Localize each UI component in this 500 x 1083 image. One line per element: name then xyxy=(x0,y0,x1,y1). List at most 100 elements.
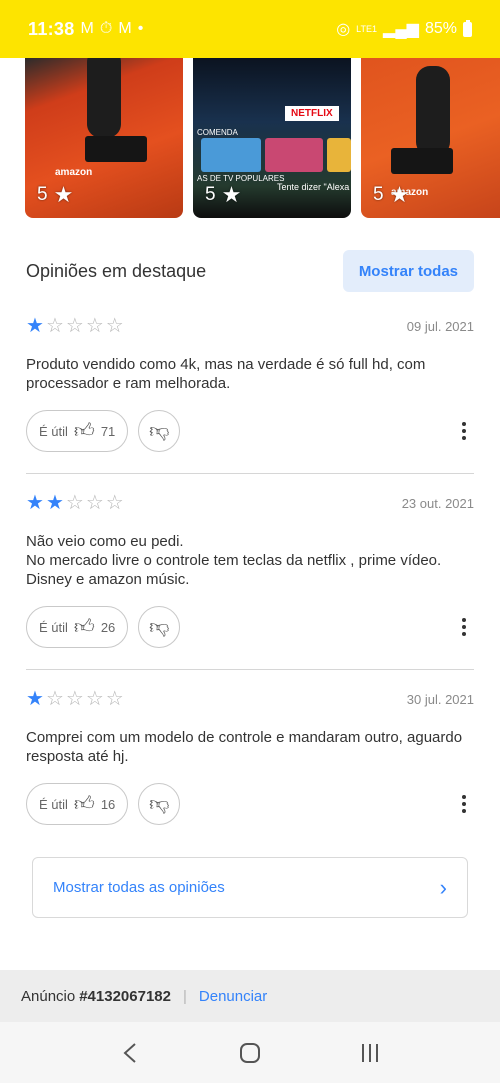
tv-search-hint: Tente dizer "Alexa xyxy=(277,182,350,192)
review-item: ★ ☆ ☆ ☆ ☆ 30 jul. 2021 Comprei com um mo… xyxy=(26,688,474,825)
star-empty-icon: ☆ xyxy=(85,688,104,710)
not-useful-button[interactable]: 👎︎ xyxy=(138,783,181,825)
review-text: Produto vendido como 4k, mas na verdade … xyxy=(26,356,426,392)
photo-rating-value: 5 xyxy=(205,184,216,205)
tv-tile xyxy=(327,138,351,172)
home-icon[interactable] xyxy=(230,1033,270,1073)
star-empty-icon: ☆ xyxy=(105,315,124,337)
review-text: Não veio como eu pedi. No mercado livre … xyxy=(26,533,442,588)
useful-button[interactable]: É útil 👍︎ 16 xyxy=(26,783,129,825)
stick-image xyxy=(391,148,453,174)
dot-icon: • xyxy=(137,20,144,37)
remote-image xyxy=(87,58,121,138)
divider xyxy=(26,669,474,670)
netflix-badge: NETFLIX xyxy=(285,106,339,121)
separator: | xyxy=(182,987,187,1005)
useful-button[interactable]: É útil 👍︎ 26 xyxy=(26,606,129,648)
review-item: ★ ☆ ☆ ☆ ☆ 09 jul. 2021 Produto vendido c… xyxy=(26,315,474,452)
tv-tile xyxy=(201,138,261,172)
thumbs-up-icon: 👍︎ xyxy=(73,616,95,638)
system-nav-bar xyxy=(0,1022,500,1083)
useful-label: É útil xyxy=(39,796,68,812)
star-empty-icon: ☆ xyxy=(65,492,84,514)
battery-icon xyxy=(463,19,472,37)
star-empty-icon: ☆ xyxy=(85,492,104,514)
star-empty-icon: ☆ xyxy=(65,315,84,337)
all-opinions-label: Mostrar todas as opiniões xyxy=(53,879,225,896)
more-options-icon[interactable] xyxy=(454,789,474,819)
more-options-icon[interactable] xyxy=(454,416,474,446)
chevron-right-icon: › xyxy=(439,874,447,900)
ad-number: #4132067182 xyxy=(79,987,171,1005)
review-item: ★ ★ ☆ ☆ ☆ 23 out. 2021 Não veio como eu … xyxy=(26,492,474,648)
star-icon: ★ xyxy=(221,182,242,207)
not-useful-button[interactable]: 👎︎ xyxy=(138,606,181,648)
photo-2[interactable]: COMENDA NETFLIX AS DE TV POPULARES Tente… xyxy=(193,58,351,218)
status-bar: 11:38 M ⏱ M • ◎ LTE1 ▂▄▆ 85% xyxy=(0,0,500,58)
thumbs-down-icon: 👎︎ xyxy=(149,793,170,815)
photo-rating: 5 ★ xyxy=(37,182,73,208)
section-title: Opiniões em destaque xyxy=(26,260,207,281)
remote-image xyxy=(416,66,450,156)
ad-label: Anúncio xyxy=(21,987,76,1005)
tv-tile xyxy=(265,138,323,172)
star-filled-icon: ★ xyxy=(45,492,64,514)
photo-carousel[interactable]: amazon 5 ★ COMENDA NETFLIX AS DE TV POPU… xyxy=(0,58,500,220)
gmail-icon: M xyxy=(80,20,94,37)
star-empty-icon: ☆ xyxy=(105,492,124,514)
recents-icon[interactable] xyxy=(350,1033,390,1073)
useful-count: 16 xyxy=(100,796,116,812)
divider xyxy=(26,473,474,474)
star-empty-icon: ☆ xyxy=(85,315,104,337)
star-filled-icon: ★ xyxy=(26,315,44,337)
tv-row-label: COMENDA xyxy=(197,128,238,137)
show-all-button[interactable]: Mostrar todas xyxy=(342,250,474,292)
useful-label: É útil xyxy=(39,619,68,635)
stick-image xyxy=(85,136,147,162)
more-options-icon[interactable] xyxy=(454,612,474,642)
star-filled-icon: ★ xyxy=(26,492,44,514)
useful-label: É útil xyxy=(39,423,68,439)
gmail-icon: M xyxy=(118,20,132,37)
thumbs-down-icon: 👎︎ xyxy=(149,420,170,442)
photo-rating: 5 ★ xyxy=(205,182,241,208)
thumbs-up-icon: 👍︎ xyxy=(73,420,95,442)
back-icon[interactable] xyxy=(110,1033,150,1073)
signal-icon: ▂▄▆ xyxy=(383,21,419,38)
status-time: 11:38 xyxy=(28,18,75,39)
rating-stars: ★ ★ ☆ ☆ ☆ xyxy=(26,493,124,513)
network-label: LTE1 xyxy=(356,24,378,34)
useful-button[interactable]: É útil 👍︎ 71 xyxy=(26,410,129,452)
photo-rating: 5 ★ xyxy=(373,182,409,208)
star-icon: ★ xyxy=(53,182,74,207)
review-date: 23 out. 2021 xyxy=(401,495,474,511)
photo-brand: amazon xyxy=(55,167,93,178)
star-icon: ★ xyxy=(389,182,410,207)
star-empty-icon: ☆ xyxy=(65,688,84,710)
photo-rating-value: 5 xyxy=(373,184,384,205)
thumbs-down-icon: 👎︎ xyxy=(149,616,170,638)
photo-rating-value: 5 xyxy=(37,184,48,205)
star-empty-icon: ☆ xyxy=(45,315,64,337)
photo-3[interactable]: amazon 5 ★ xyxy=(361,58,500,218)
rating-stars: ★ ☆ ☆ ☆ ☆ xyxy=(26,689,124,709)
photo-1[interactable]: amazon 5 ★ xyxy=(25,58,183,218)
useful-count: 71 xyxy=(100,423,116,439)
ad-footer: Anúncio #4132067182 | Denunciar xyxy=(0,970,500,1022)
review-text: Comprei com um modelo de controle e mand… xyxy=(26,729,463,765)
reviews-header: Opiniões em destaque Mostrar todas xyxy=(26,250,474,292)
star-empty-icon: ☆ xyxy=(105,688,124,710)
timer-icon: ⏱ xyxy=(99,20,113,37)
rating-stars: ★ ☆ ☆ ☆ ☆ xyxy=(26,316,124,336)
review-date: 09 jul. 2021 xyxy=(406,318,474,334)
not-useful-button[interactable]: 👎︎ xyxy=(138,410,181,452)
review-date: 30 jul. 2021 xyxy=(406,691,474,707)
all-opinions-link[interactable]: Mostrar todas as opiniões › xyxy=(32,857,468,918)
star-empty-icon: ☆ xyxy=(45,688,64,710)
star-filled-icon: ★ xyxy=(26,688,44,710)
hotspot-icon: ◎ xyxy=(336,21,351,38)
report-link[interactable]: Denunciar xyxy=(199,988,267,1005)
battery-percent: 85% xyxy=(424,20,457,37)
useful-count: 26 xyxy=(100,619,116,635)
thumbs-up-icon: 👍︎ xyxy=(73,793,95,815)
